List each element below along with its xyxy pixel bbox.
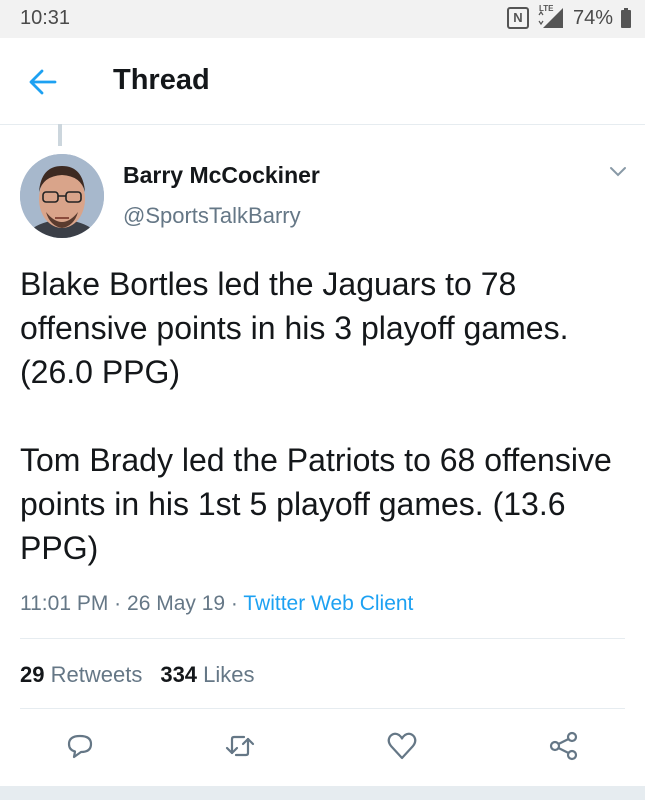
tweet-meta: 11:01 PM · 26 May 19 · Twitter Web Clien…: [20, 592, 413, 616]
thread-header: Thread: [0, 38, 645, 125]
retweet-icon: [225, 735, 255, 757]
battery-icon: [621, 8, 631, 28]
status-bar: 10:31 N LTE 74%: [0, 0, 645, 38]
tweet-paragraph: Tom Brady led the Patriots to 68 offensi…: [20, 442, 612, 566]
thread-connector: [58, 124, 62, 146]
likes-count: 334: [160, 662, 198, 687]
arrow-left-icon: [29, 69, 57, 95]
likes-label: Likes: [203, 662, 255, 687]
signal-icon: LTE: [537, 4, 565, 30]
retweets-label: Retweets: [50, 662, 143, 687]
avatar[interactable]: [20, 154, 104, 238]
tweet-client-link[interactable]: Twitter Web Client: [243, 592, 413, 615]
back-button[interactable]: [28, 68, 58, 96]
page-title: Thread: [113, 64, 210, 96]
battery-percent: 74%: [572, 6, 613, 29]
separator: ·: [230, 592, 238, 615]
share-icon: [549, 731, 578, 761]
retweet-button[interactable]: [222, 728, 258, 764]
tweet-date: 26 May 19: [127, 592, 226, 615]
status-icons: N LTE 74%: [506, 4, 631, 30]
tweet-stats: 29 Retweets 334 Likes: [20, 662, 255, 688]
bottom-separator: [0, 786, 645, 800]
share-button[interactable]: [546, 728, 582, 764]
author-display-name[interactable]: Barry McCockiner: [123, 162, 320, 189]
retweets-count: 29: [20, 662, 45, 687]
chevron-down-icon: [610, 167, 626, 177]
retweets-stat[interactable]: 29 Retweets: [20, 662, 142, 687]
like-button[interactable]: [384, 728, 420, 764]
divider: [20, 708, 625, 709]
likes-stat[interactable]: 334 Likes: [160, 662, 254, 687]
divider: [20, 638, 625, 639]
tweet-menu-button[interactable]: [608, 165, 628, 179]
network-label: LTE: [538, 4, 554, 13]
tweet-time: 11:01 PM: [20, 592, 109, 615]
nfc-icon: N: [506, 7, 529, 29]
heart-icon: [387, 732, 417, 760]
separator: ·: [114, 592, 122, 615]
reply-button[interactable]: [62, 728, 98, 764]
tweet-actions: [0, 728, 645, 768]
status-time: 10:31: [20, 7, 71, 29]
reply-icon: [67, 734, 93, 759]
tweet-text: Blake Bortles led the Jaguars to 78 offe…: [20, 262, 620, 570]
author-handle[interactable]: @SportsTalkBarry: [123, 203, 301, 229]
tweet-paragraph: Blake Bortles led the Jaguars to 78 offe…: [20, 266, 569, 390]
